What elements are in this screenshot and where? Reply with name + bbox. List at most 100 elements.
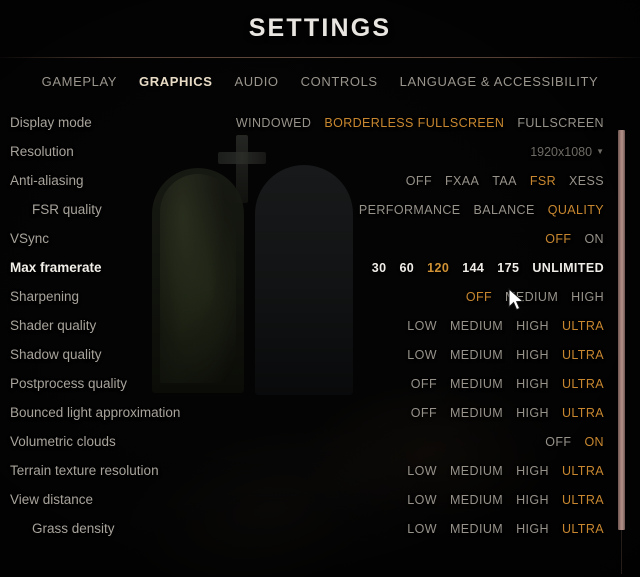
option-ultra[interactable]: ULTRA xyxy=(562,377,604,391)
setting-row[interactable]: Volumetric clouds OFF ON xyxy=(0,427,640,456)
tab-controls[interactable]: CONTROLS xyxy=(301,74,378,89)
option-group: LOW MEDIUM HIGH ULTRA xyxy=(407,348,604,362)
option-fxaa[interactable]: FXAA xyxy=(445,174,479,188)
option-group: OFF ON xyxy=(545,232,604,246)
page-title: SETTINGS xyxy=(248,14,392,42)
setting-row[interactable]: Anti-aliasing OFF FXAA TAA FSR XESS xyxy=(0,166,640,195)
option-group: OFF FXAA TAA FSR XESS xyxy=(406,174,604,188)
option-high[interactable]: HIGH xyxy=(516,464,549,478)
option-fsr[interactable]: FSR xyxy=(530,174,556,188)
option-ultra[interactable]: ULTRA xyxy=(562,522,604,536)
option-off[interactable]: OFF xyxy=(411,406,437,420)
option-off[interactable]: OFF xyxy=(545,435,571,449)
setting-label: Terrain texture resolution xyxy=(10,463,159,478)
setting-row[interactable]: Sharpening OFF MEDIUM HIGH xyxy=(0,282,640,311)
option-medium[interactable]: MEDIUM xyxy=(450,464,503,478)
setting-row[interactable]: FSR quality PERFORMANCE BALANCE QUALITY xyxy=(0,195,640,224)
option-medium[interactable]: MEDIUM xyxy=(450,522,503,536)
option-group: LOW MEDIUM HIGH ULTRA xyxy=(407,319,604,333)
vertical-scrollbar[interactable] xyxy=(618,130,625,574)
setting-label: Grass density xyxy=(32,521,115,536)
option-on[interactable]: ON xyxy=(584,232,604,246)
tab-gameplay[interactable]: GAMEPLAY xyxy=(42,74,117,89)
option-ultra[interactable]: ULTRA xyxy=(562,464,604,478)
setting-label: Shader quality xyxy=(10,318,97,333)
option-low[interactable]: LOW xyxy=(407,319,437,333)
option-borderless-fullscreen[interactable]: BORDERLESS FULLSCREEN xyxy=(324,116,504,130)
option-medium[interactable]: MEDIUM xyxy=(450,319,503,333)
tab-graphics[interactable]: GRAPHICS xyxy=(139,74,212,89)
setting-row[interactable]: Terrain texture resolution LOW MEDIUM HIGH U… xyxy=(0,456,640,485)
option-medium[interactable]: MEDIUM xyxy=(450,348,503,362)
option-low[interactable]: LOW xyxy=(407,493,437,507)
option-ultra[interactable]: ULTRA xyxy=(562,348,604,362)
resolution-dropdown[interactable]: 1920x1080 ▼ xyxy=(530,145,604,159)
setting-label: Volumetric clouds xyxy=(10,434,116,449)
option-group: PERFORMANCE BALANCE QUALITY xyxy=(359,203,604,217)
setting-row[interactable]: Resolution 1920x1080 ▼ xyxy=(0,137,640,166)
setting-row[interactable]: VSync OFF ON xyxy=(0,224,640,253)
option-medium[interactable]: MEDIUM xyxy=(450,493,503,507)
option-high[interactable]: HIGH xyxy=(516,348,549,362)
option-low[interactable]: LOW xyxy=(407,348,437,362)
settings-list: Display mode WINDOWED BORDERLESS FULLSCREE… xyxy=(0,108,640,556)
option-high[interactable]: HIGH xyxy=(516,377,549,391)
option-low[interactable]: LOW xyxy=(407,464,437,478)
setting-row[interactable]: Grass density LOW MEDIUM HIGH ULTRA xyxy=(0,514,640,543)
option-high[interactable]: HIGH xyxy=(571,290,604,304)
option-group: OFF ON xyxy=(545,435,604,449)
option-off[interactable]: OFF xyxy=(406,174,432,188)
option-175[interactable]: 175 xyxy=(497,261,519,275)
setting-row[interactable]: Bounced light approximation OFF MEDIUM HIGH… xyxy=(0,398,640,427)
option-off[interactable]: OFF xyxy=(411,377,437,391)
setting-label: Resolution xyxy=(10,144,74,159)
setting-label: Display mode xyxy=(10,115,92,130)
setting-label: View distance xyxy=(10,492,94,507)
option-group: LOW MEDIUM HIGH ULTRA xyxy=(407,493,604,507)
option-ultra[interactable]: ULTRA xyxy=(562,319,604,333)
mouse-pointer xyxy=(508,288,525,311)
tab-language-accessibility[interactable]: LANGUAGE & ACCESSIBILITY xyxy=(400,74,599,89)
setting-row[interactable]: Shader quality LOW MEDIUM HIGH ULTRA xyxy=(0,311,640,340)
setting-row[interactable]: View distance LOW MEDIUM HIGH ULTRA xyxy=(0,485,640,514)
option-high[interactable]: HIGH xyxy=(516,522,549,536)
option-medium[interactable]: MEDIUM xyxy=(450,377,503,391)
tab-bar: GAMEPLAY GRAPHICS AUDIO CONTROLS LANGUAGE & … xyxy=(0,58,640,100)
option-xess[interactable]: XESS xyxy=(569,174,604,188)
setting-label: Sharpening xyxy=(10,289,80,304)
option-high[interactable]: HIGH xyxy=(516,406,549,420)
option-taa[interactable]: TAA xyxy=(492,174,517,188)
option-balance[interactable]: BALANCE xyxy=(474,203,535,217)
option-group: OFF MEDIUM HIGH ULTRA xyxy=(411,406,604,420)
option-high[interactable]: HIGH xyxy=(516,493,549,507)
setting-row[interactable]: Max framerate 30 60 120 144 175 UNLIMITED xyxy=(0,253,640,282)
option-unlimited[interactable]: UNLIMITED xyxy=(532,261,604,275)
option-low[interactable]: LOW xyxy=(407,522,437,536)
setting-row[interactable]: Shadow quality LOW MEDIUM HIGH ULTRA xyxy=(0,340,640,369)
option-performance[interactable]: PERFORMANCE xyxy=(359,203,461,217)
setting-label: Anti-aliasing xyxy=(10,173,84,188)
option-off[interactable]: OFF xyxy=(545,232,571,246)
option-group: 30 60 120 144 175 UNLIMITED xyxy=(372,261,604,275)
option-144[interactable]: 144 xyxy=(462,261,484,275)
setting-row[interactable]: Display mode WINDOWED BORDERLESS FULLSCREE… xyxy=(0,108,640,137)
option-120[interactable]: 120 xyxy=(427,261,449,275)
option-medium[interactable]: MEDIUM xyxy=(450,406,503,420)
option-off[interactable]: OFF xyxy=(466,290,492,304)
option-group: WINDOWED BORDERLESS FULLSCREEN FULLSCREEN xyxy=(236,116,604,130)
setting-row[interactable]: Postprocess quality OFF MEDIUM HIGH ULTRA xyxy=(0,369,640,398)
option-high[interactable]: HIGH xyxy=(516,319,549,333)
setting-label: Max framerate xyxy=(10,260,102,275)
option-quality[interactable]: QUALITY xyxy=(548,203,604,217)
option-30[interactable]: 30 xyxy=(372,261,387,275)
option-group: OFF MEDIUM HIGH xyxy=(466,290,604,304)
option-ultra[interactable]: ULTRA xyxy=(562,493,604,507)
option-ultra[interactable]: ULTRA xyxy=(562,406,604,420)
option-on[interactable]: ON xyxy=(584,435,604,449)
option-60[interactable]: 60 xyxy=(399,261,414,275)
option-windowed[interactable]: WINDOWED xyxy=(236,116,311,130)
scrollbar-thumb[interactable] xyxy=(618,130,625,530)
option-fullscreen[interactable]: FULLSCREEN xyxy=(517,116,604,130)
option-group: OFF MEDIUM HIGH ULTRA xyxy=(411,377,604,391)
tab-audio[interactable]: AUDIO xyxy=(234,74,278,89)
